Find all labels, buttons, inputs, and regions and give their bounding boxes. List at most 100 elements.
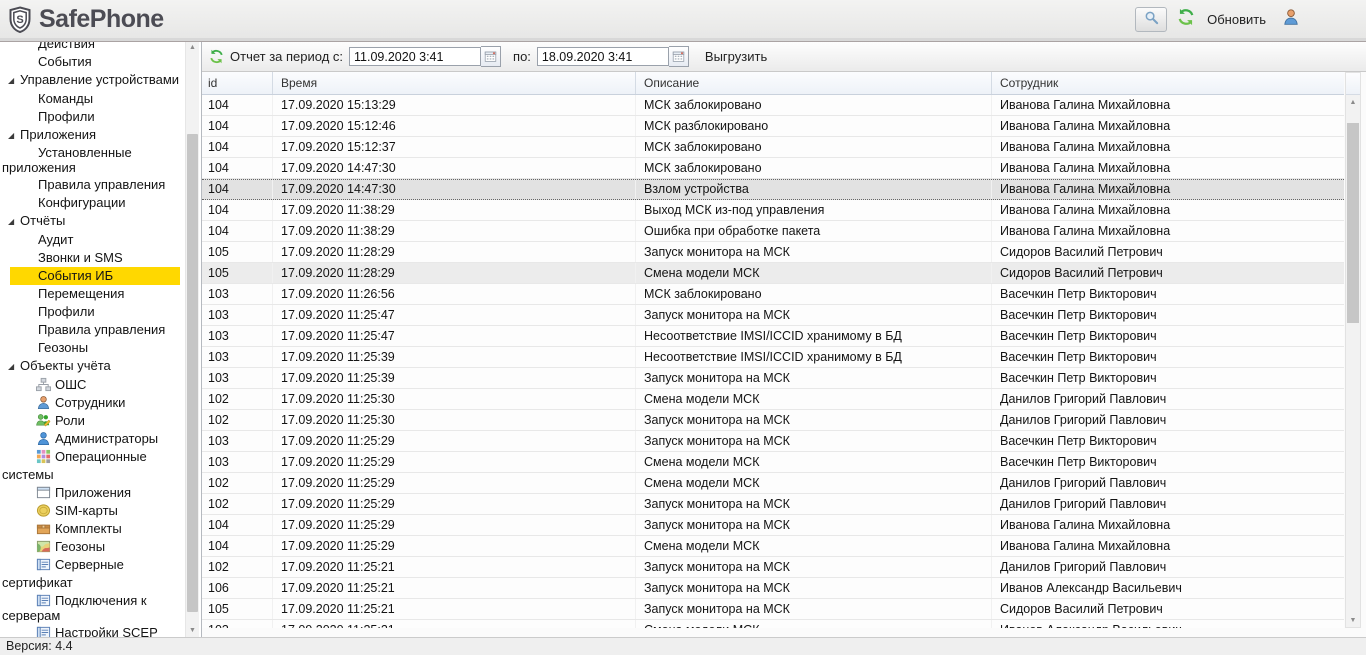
- table-row[interactable]: 103 17.09.2020 11:25:39 Запуск монитора на…: [202, 368, 1344, 389]
- expand-triangle-icon[interactable]: ◢: [8, 72, 20, 90]
- table-row[interactable]: 104 17.09.2020 11:38:29 Ошибка при обработ…: [202, 221, 1344, 242]
- table-row[interactable]: 105 17.09.2020 11:25:21 Запуск монитора на…: [202, 599, 1344, 620]
- column-header-employee[interactable]: Сотрудник: [992, 72, 1344, 94]
- sidebar-item[interactable]: Роли: [0, 412, 183, 430]
- status-bar: Версия: 4.4: [0, 637, 1366, 655]
- scroll-up-icon[interactable]: ▲: [186, 42, 199, 54]
- search-button[interactable]: [1135, 7, 1168, 32]
- sidebar-item[interactable]: Правила управления: [0, 176, 183, 194]
- cell-id: 104: [202, 200, 273, 220]
- roles-icon: [36, 413, 51, 428]
- sidebar-item-label: Комплекты: [55, 521, 122, 536]
- sidebar-scrollbar-thumb[interactable]: [187, 134, 198, 612]
- cell-time: 17.09.2020 11:38:29: [273, 200, 636, 220]
- sidebar-item[interactable]: ОШС: [0, 376, 183, 394]
- sidebar-item[interactable]: Геозоны: [0, 339, 183, 357]
- scroll-down-icon[interactable]: ▼: [186, 625, 199, 637]
- cell-id: 103: [202, 368, 273, 388]
- table-row[interactable]: 103 17.09.2020 11:25:29 Запуск монитора на…: [202, 431, 1344, 452]
- table-row[interactable]: 104 17.09.2020 11:38:29 Выход МСК из-под у…: [202, 200, 1344, 221]
- sidebar-item[interactable]: SIM-карты: [0, 502, 183, 520]
- table-row[interactable]: 10317.09.2020 11:25:21Смена модели МСКИв…: [202, 620, 1344, 628]
- date-to-input[interactable]: [536, 47, 669, 66]
- table-row[interactable]: 103 17.09.2020 11:25:47 Несоответствие IMS…: [202, 326, 1344, 347]
- cell-emp: Васечкин Петр Викторович: [1000, 434, 1157, 448]
- sidebar-scrollbar[interactable]: ▲ ▼: [185, 42, 199, 637]
- sidebar-item[interactable]: Настройки SCEP: [0, 624, 183, 637]
- sidebar-item[interactable]: Правила управления: [0, 321, 183, 339]
- expand-triangle-icon[interactable]: ◢: [8, 127, 20, 145]
- sidebar-item[interactable]: Перемещения: [0, 285, 183, 303]
- sidebar-item[interactable]: Серверные сертификат: [0, 556, 183, 592]
- column-header-id[interactable]: id: [202, 72, 273, 94]
- table-row[interactable]: 103 17.09.2020 11:26:56 МСК заблокировано В…: [202, 284, 1344, 305]
- cell-id: 104: [202, 116, 273, 136]
- user-profile-icon[interactable]: [1282, 8, 1300, 31]
- table-row[interactable]: 104 17.09.2020 14:47:30 МСК заблокировано И…: [202, 158, 1344, 179]
- refresh-icon[interactable]: [1177, 8, 1195, 31]
- sidebar-item-label: Приложения: [20, 127, 97, 142]
- column-header-description[interactable]: Описание: [636, 72, 992, 94]
- date-from-input[interactable]: [349, 47, 482, 66]
- sidebar-item[interactable]: Аудит: [0, 231, 183, 249]
- sidebar-item[interactable]: ◢ Отчёты: [0, 212, 183, 231]
- sidebar-item[interactable]: ◢ Объекты учёта: [0, 357, 183, 376]
- refresh-button[interactable]: Обновить: [1207, 12, 1266, 27]
- sidebar-item-label: Сотрудники: [55, 395, 126, 410]
- sidebar-item[interactable]: Администраторы: [0, 430, 183, 448]
- table-row[interactable]: 104 17.09.2020 15:12:46 МСК разблокировано…: [202, 116, 1344, 137]
- column-header-time[interactable]: Время: [273, 72, 636, 94]
- expand-triangle-icon[interactable]: ◢: [8, 213, 20, 231]
- sidebar-item[interactable]: Операционные системы: [0, 448, 183, 484]
- table-row[interactable]: 104 17.09.2020 11:25:29 Запуск монитора на…: [202, 515, 1344, 536]
- table-row[interactable]: 104 17.09.2020 15:12:37 МСК заблокировано И…: [202, 137, 1344, 158]
- refresh-report-icon[interactable]: [209, 49, 224, 64]
- table-row[interactable]: 102 17.09.2020 11:25:29 Смена модели МСК Да…: [202, 473, 1344, 494]
- calendar-to-button[interactable]: [668, 46, 689, 67]
- sidebar-item[interactable]: ◢ Управление устройствами: [0, 71, 183, 90]
- calendar-from-button[interactable]: [481, 46, 502, 67]
- sidebar-item[interactable]: Геозоны: [0, 538, 183, 556]
- sidebar-item[interactable]: Сотрудники: [0, 394, 183, 412]
- scroll-down-icon[interactable]: ▼: [1346, 615, 1360, 627]
- cell-desc: МСК заблокировано: [636, 95, 992, 115]
- sidebar-item[interactable]: Команды: [0, 90, 183, 108]
- sidebar-item[interactable]: Профили: [0, 303, 183, 321]
- cell-id: 105: [202, 263, 273, 283]
- table-row[interactable]: 106 17.09.2020 11:25:21 Запуск монитора на…: [202, 578, 1344, 599]
- cell-desc: Запуск монитора на МСК: [636, 431, 992, 451]
- table-row[interactable]: 105 17.09.2020 11:28:29 Смена модели МСК Си…: [202, 263, 1344, 284]
- sidebar-item[interactable]: Комплекты: [0, 520, 183, 538]
- scroll-up-icon[interactable]: ▲: [1346, 97, 1360, 109]
- sidebar-item[interactable]: Звонки и SMS: [0, 249, 183, 267]
- table-row[interactable]: 102 17.09.2020 11:25:29 Запуск монитора на…: [202, 494, 1344, 515]
- sidebar-item[interactable]: Действия: [0, 42, 183, 53]
- sidebar-item[interactable]: Установленные приложения: [0, 145, 183, 176]
- table-row[interactable]: 103 17.09.2020 11:25:29 Смена модели МСК Ва…: [202, 452, 1344, 473]
- cell-time: 17.09.2020 11:25:29: [273, 494, 636, 514]
- table-row[interactable]: 103 17.09.2020 11:25:39 Несоответствие IMS…: [202, 347, 1344, 368]
- table-scrollbar-thumb[interactable]: [1347, 123, 1359, 323]
- sidebar-item[interactable]: Подключения к серверам: [0, 592, 183, 624]
- table-row[interactable]: 104 17.09.2020 11:25:29 Смена модели МСК Ив…: [202, 536, 1344, 557]
- cell-desc: МСК заблокировано: [636, 158, 992, 178]
- table-scrollbar[interactable]: ▲ ▼: [1345, 72, 1361, 628]
- sidebar-item[interactable]: События: [0, 53, 183, 71]
- table-row[interactable]: 103 17.09.2020 11:25:47 Запуск монитора на…: [202, 305, 1344, 326]
- sidebar-item[interactable]: Профили: [0, 108, 183, 126]
- table-row[interactable]: 102 17.09.2020 11:25:21 Запуск монитора на…: [202, 557, 1344, 578]
- table-row[interactable]: 102 17.09.2020 11:25:30 Запуск монитора на…: [202, 410, 1344, 431]
- cell-id: 103: [202, 620, 273, 628]
- sidebar-item-label: Аудит: [38, 232, 74, 247]
- expand-triangle-icon[interactable]: ◢: [8, 358, 20, 376]
- table-row[interactable]: 105 17.09.2020 11:28:29 Запуск монитора на…: [202, 242, 1344, 263]
- sidebar-item-selected[interactable]: События ИБ: [10, 267, 180, 285]
- table-row[interactable]: 104 17.09.2020 14:47:30 Взлом устройства Ив…: [202, 179, 1344, 200]
- sidebar-item[interactable]: Приложения: [0, 484, 183, 502]
- sidebar-item[interactable]: Конфигурации: [0, 194, 183, 212]
- table-row[interactable]: 104 17.09.2020 15:13:29 МСК заблокировано И…: [202, 95, 1344, 116]
- certificate-icon: [36, 625, 51, 637]
- sidebar-item[interactable]: ◢ Приложения: [0, 126, 183, 145]
- table-row[interactable]: 102 17.09.2020 11:25:30 Смена модели МСК Да…: [202, 389, 1344, 410]
- export-button[interactable]: Выгрузить: [705, 49, 767, 64]
